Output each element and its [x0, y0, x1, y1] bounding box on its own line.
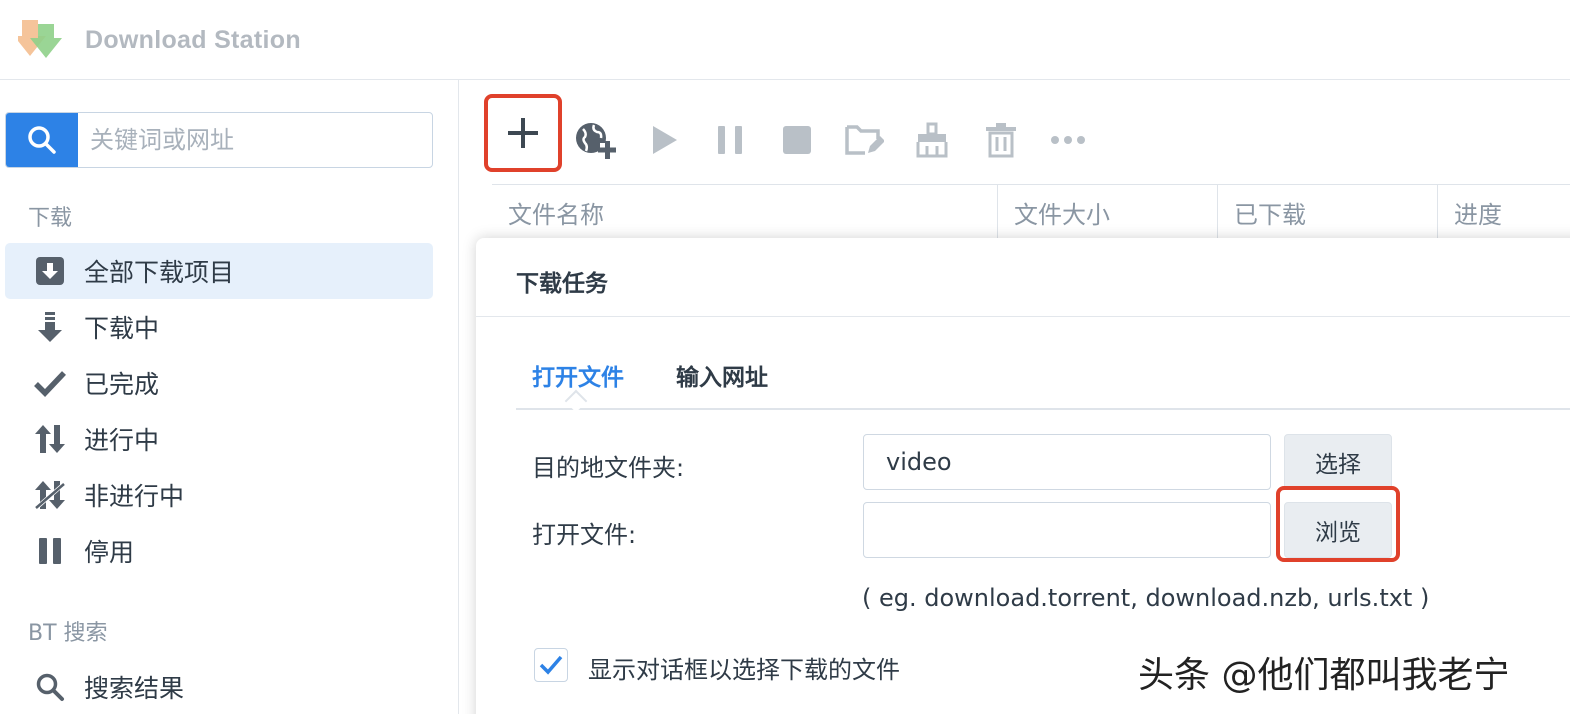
clear-broom-icon — [916, 122, 948, 158]
checkmark-icon — [33, 366, 67, 400]
checkmark-icon — [539, 655, 563, 675]
table-header: 文件名称 文件大小 已下载 进度 — [492, 184, 1570, 245]
sidebar-item-label: 停用 — [84, 538, 135, 567]
file-type-hint: ( eg. download.torrent, download.nzb, ur… — [862, 584, 1430, 612]
tab-open-file[interactable]: 打开文件 — [532, 358, 624, 392]
add-icon — [508, 118, 538, 148]
sidebar-item-all-downloads[interactable]: 全部下载项目 — [5, 243, 433, 299]
app-title: Download Station — [85, 26, 301, 54]
column-header-progress[interactable]: 进度 — [1438, 185, 1570, 245]
watermark-text: 头条 @他们都叫我老宁 — [1138, 655, 1510, 696]
search-box — [5, 112, 433, 168]
download-task-dialog: 下载任务 打开文件 输入网址 目的地文件夹: video 选择 打开文件: 浏览… — [476, 238, 1570, 714]
sidebar-item-downloading[interactable]: 下载中 — [5, 299, 433, 355]
download-station-logo-icon — [18, 20, 62, 58]
up-down-arrows-icon — [33, 422, 67, 456]
resume-button[interactable] — [634, 107, 694, 173]
trash-icon — [986, 123, 1016, 158]
search-button[interactable] — [6, 113, 78, 167]
sidebar: 下载 全部下载项目 下载中 已完成 进行中 非进行中 停用 — [0, 80, 459, 714]
search-icon — [28, 126, 56, 154]
add-button[interactable] — [484, 94, 562, 172]
clear-completed-button[interactable] — [902, 107, 962, 173]
section-label-bt-search: BT 搜索 — [28, 621, 108, 646]
add-url-globe-icon — [576, 123, 616, 159]
select-button[interactable]: 选择 — [1284, 434, 1392, 490]
active-tab-indicator — [564, 389, 588, 413]
sidebar-item-label: 已完成 — [84, 370, 160, 399]
pause-icon — [718, 126, 742, 154]
tab-enter-url[interactable]: 输入网址 — [676, 358, 768, 392]
open-file-label: 打开文件: — [532, 521, 637, 549]
stop-button[interactable] — [767, 107, 827, 173]
show-file-select-label: 显示对话框以选择下载的文件 — [588, 656, 900, 684]
sidebar-item-label: 非进行中 — [84, 482, 185, 511]
search-icon — [33, 670, 67, 704]
more-icon — [1051, 136, 1085, 144]
show-file-select-checkbox[interactable] — [534, 648, 568, 682]
arrow-down-icon — [33, 310, 67, 344]
download-box-icon — [33, 254, 67, 288]
destination-folder-field[interactable]: video — [863, 434, 1271, 490]
sidebar-item-completed[interactable]: 已完成 — [5, 355, 433, 411]
edit-destination-button[interactable] — [834, 107, 894, 173]
column-header-downloaded[interactable]: 已下载 — [1218, 185, 1438, 245]
sidebar-item-label: 进行中 — [84, 426, 160, 455]
pause-button[interactable] — [700, 107, 760, 173]
more-button[interactable] — [1038, 107, 1098, 173]
column-header-size[interactable]: 文件大小 — [998, 185, 1218, 245]
browse-button[interactable]: 浏览 — [1284, 502, 1392, 558]
edit-folder-icon — [845, 125, 884, 155]
sidebar-item-label: 全部下载项目 — [84, 258, 235, 287]
title-bar: Download Station — [0, 0, 1570, 80]
section-label-download: 下载 — [28, 206, 73, 231]
dialog-title: 下载任务 — [516, 271, 608, 297]
column-header-name[interactable]: 文件名称 — [492, 185, 998, 245]
open-file-field[interactable] — [863, 502, 1271, 558]
sidebar-item-disabled[interactable]: 停用 — [5, 523, 433, 579]
sidebar-item-label: 搜索结果 — [84, 674, 185, 703]
search-input[interactable] — [90, 121, 420, 159]
sidebar-item-inactive[interactable]: 非进行中 — [5, 467, 433, 523]
dialog-tabs: 打开文件 输入网址 — [516, 338, 1570, 413]
play-icon — [653, 126, 677, 154]
add-url-button[interactable] — [565, 107, 625, 173]
dialog-header: 下载任务 — [476, 238, 1570, 317]
destination-folder-label: 目的地文件夹: — [532, 454, 685, 482]
sidebar-item-label: 下载中 — [84, 314, 160, 343]
sidebar-item-active[interactable]: 进行中 — [5, 411, 433, 467]
up-down-slashed-icon — [33, 478, 67, 512]
sidebar-item-search-results[interactable]: 搜索结果 — [5, 659, 433, 714]
stop-icon — [783, 126, 811, 154]
delete-button[interactable] — [971, 107, 1031, 173]
pause-icon — [33, 534, 67, 568]
